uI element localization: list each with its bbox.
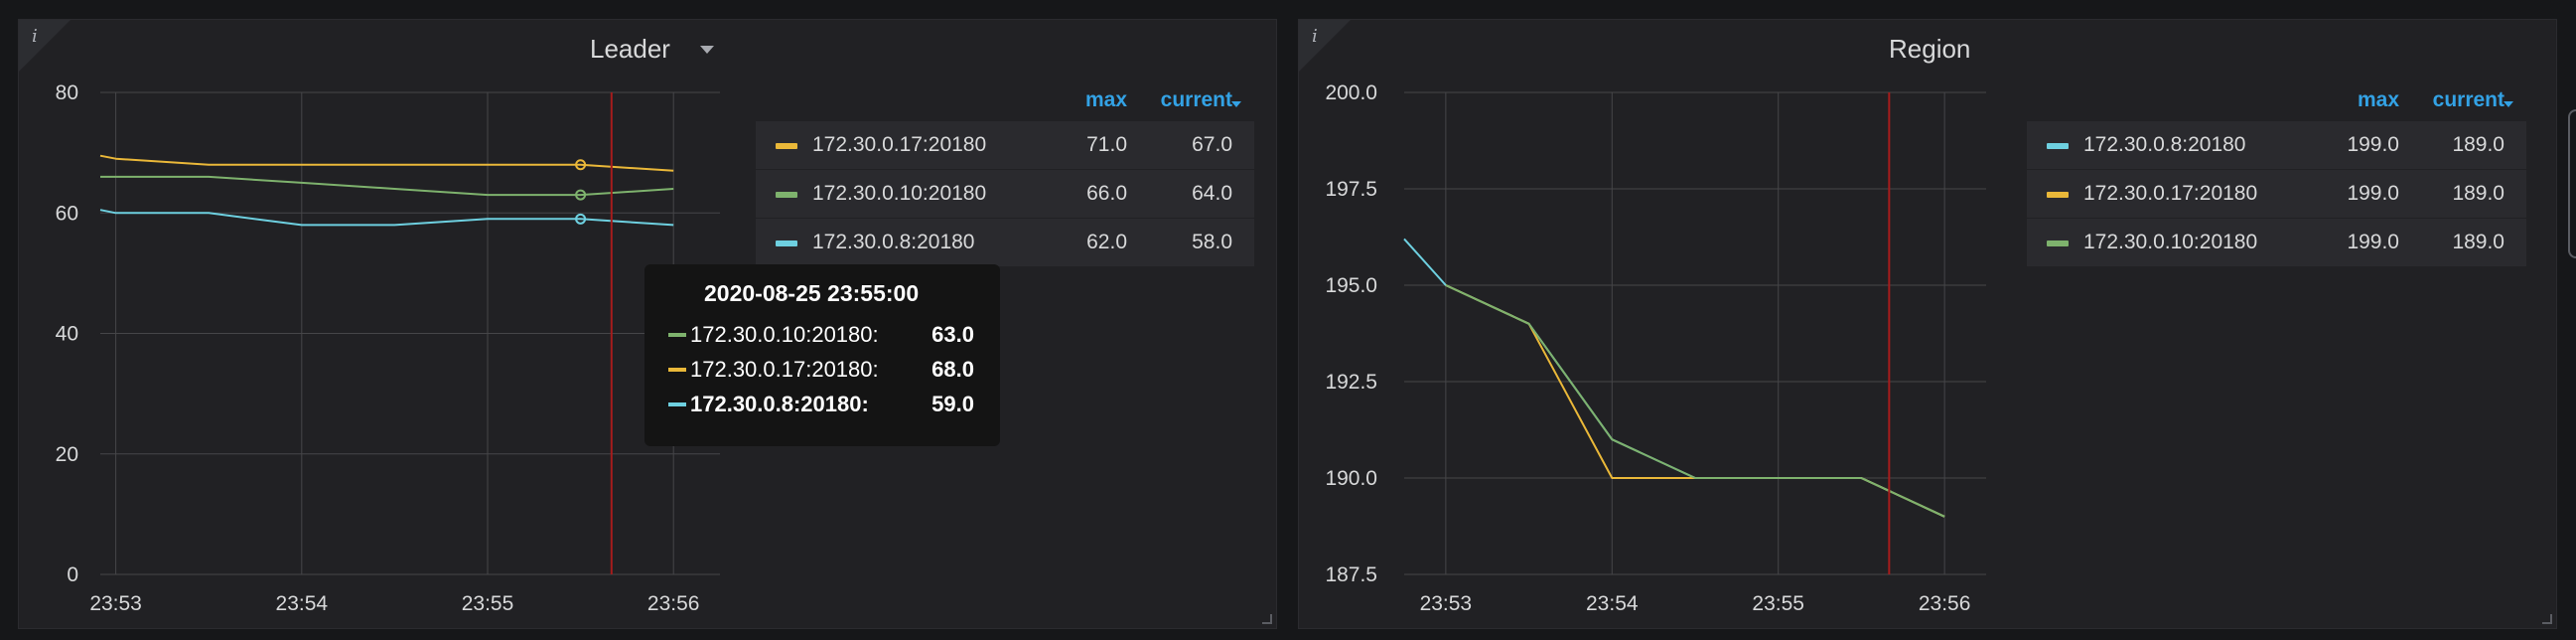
legend-series-name[interactable]: 172.30.0.8:20180 (2083, 133, 2246, 157)
legend-max-header[interactable]: max (1085, 88, 1127, 112)
hover-tooltip: 2020-08-25 23:55:00 172.30.0.10:20180: 6… (644, 264, 1000, 446)
y-tick-label: 0 (67, 563, 78, 586)
y-tick-label: 60 (56, 202, 78, 225)
legend: max current 172.30.0.17:20180 71.0 67.0 … (756, 81, 1254, 267)
y-tick-label: 190.0 (1325, 467, 1377, 490)
tooltip-row: 172.30.0.8:20180: 59.0 (668, 390, 986, 419)
y-tick-label: 187.5 (1325, 563, 1377, 586)
legend-series-name[interactable]: 172.30.0.17:20180 (2083, 182, 2257, 206)
legend-row[interactable]: 172.30.0.8:20180 62.0 58.0 (756, 219, 1254, 267)
legend-current-value: 189.0 (2452, 133, 2504, 156)
resize-handle[interactable] (2542, 614, 2552, 624)
legend-current-value: 189.0 (2452, 182, 2504, 205)
region-panel: i Region 187.5 190.0 192.5 195.0 197.5 200.0 2… (1298, 19, 2557, 629)
scrollbar[interactable] (2568, 109, 2576, 258)
y-tick-label: 40 (56, 323, 78, 346)
series-swatch[interactable] (776, 143, 797, 149)
legend: max current 172.30.0.8:20180 199.0 189.0… (2027, 81, 2526, 267)
y-tick-label: 80 (56, 81, 78, 104)
legend-current-value: 67.0 (1192, 133, 1232, 156)
y-tick-label: 197.5 (1325, 178, 1377, 201)
legend-max-value: 199.0 (2347, 231, 2399, 253)
legend-max-value: 199.0 (2347, 133, 2399, 156)
series-swatch (668, 368, 686, 372)
x-tick-label: 23:56 (1919, 592, 1971, 615)
legend-header: max current (2027, 81, 2526, 121)
tooltip-series-name: 172.30.0.8:20180: (690, 392, 869, 416)
series-swatch[interactable] (776, 240, 797, 246)
series-line (1445, 284, 1945, 518)
legend-series-name[interactable]: 172.30.0.10:20180 (2083, 231, 2257, 254)
series-swatch (668, 333, 686, 337)
legend-series-name[interactable]: 172.30.0.8:20180 (812, 231, 975, 254)
legend-max-value: 71.0 (1086, 133, 1127, 156)
legend-current-value: 58.0 (1192, 231, 1232, 253)
sort-desc-icon (1231, 101, 1241, 107)
legend-current-header[interactable]: current (1161, 88, 1232, 112)
series-line (1403, 238, 1945, 518)
legend-row[interactable]: 172.30.0.17:20180 71.0 67.0 (756, 121, 1254, 170)
tooltip-value: 68.0 (931, 357, 974, 382)
legend-row[interactable]: 172.30.0.10:20180 199.0 189.0 (2027, 219, 2526, 267)
x-tick-label: 23:54 (1586, 592, 1639, 615)
legend-row[interactable]: 172.30.0.10:20180 66.0 64.0 (756, 170, 1254, 219)
series-swatch[interactable] (2047, 192, 2069, 198)
legend-current-value: 189.0 (2452, 231, 2504, 253)
tooltip-time: 2020-08-25 23:55:00 (704, 280, 920, 306)
legend-header: max current (756, 81, 1254, 121)
legend-max-value: 62.0 (1086, 231, 1127, 253)
legend-series-name[interactable]: 172.30.0.17:20180 (812, 133, 986, 157)
x-tick-label: 23:55 (462, 592, 514, 615)
x-tick-label: 23:55 (1752, 592, 1804, 615)
series-swatch[interactable] (2047, 240, 2069, 246)
series-line (99, 154, 674, 172)
legend-current-value: 64.0 (1192, 182, 1232, 205)
resize-handle[interactable] (1262, 614, 1272, 624)
legend-current-header[interactable]: current (2433, 88, 2504, 112)
legend-max-value: 66.0 (1086, 182, 1127, 205)
series-swatch[interactable] (776, 192, 797, 198)
series-swatch[interactable] (2047, 143, 2069, 149)
y-tick-label: 192.5 (1325, 371, 1377, 394)
legend-max-value: 199.0 (2347, 182, 2399, 205)
legend-row[interactable]: 172.30.0.17:20180 199.0 189.0 (2027, 170, 2526, 219)
legend-row[interactable]: 172.30.0.8:20180 199.0 189.0 (2027, 121, 2526, 170)
tooltip-series-name: 172.30.0.17:20180: (690, 357, 879, 382)
leader-panel: i Leader 0 20 40 60 80 23:53 23:54 23:55 23:56 m… (18, 19, 1277, 629)
y-tick-label: 195.0 (1325, 274, 1377, 297)
tooltip-series-name: 172.30.0.10:20180: (690, 322, 879, 347)
series-swatch (668, 402, 686, 406)
y-tick-label: 200.0 (1325, 81, 1377, 104)
x-tick-label: 23:53 (89, 592, 142, 615)
x-tick-label: 23:56 (647, 592, 700, 615)
sort-desc-icon (2504, 101, 2513, 107)
y-tick-label: 20 (56, 443, 78, 466)
region-chart[interactable]: 187.5 190.0 192.5 195.0 197.5 200.0 23:53 23:54… (1299, 20, 2034, 630)
x-tick-label: 23:53 (1420, 592, 1473, 615)
x-tick-label: 23:54 (276, 592, 329, 615)
legend-series-name[interactable]: 172.30.0.10:20180 (812, 182, 986, 206)
tooltip-value: 63.0 (931, 322, 974, 347)
tooltip-row: 172.30.0.17:20180: 68.0 (668, 355, 986, 385)
tooltip-value: 59.0 (931, 392, 974, 416)
tooltip-row: 172.30.0.10:20180: 63.0 (668, 320, 986, 350)
leader-chart[interactable]: 0 20 40 60 80 23:53 23:54 23:55 23:56 (19, 20, 754, 630)
series-line (100, 175, 674, 197)
legend-max-header[interactable]: max (2358, 88, 2399, 112)
series-line (99, 209, 674, 227)
